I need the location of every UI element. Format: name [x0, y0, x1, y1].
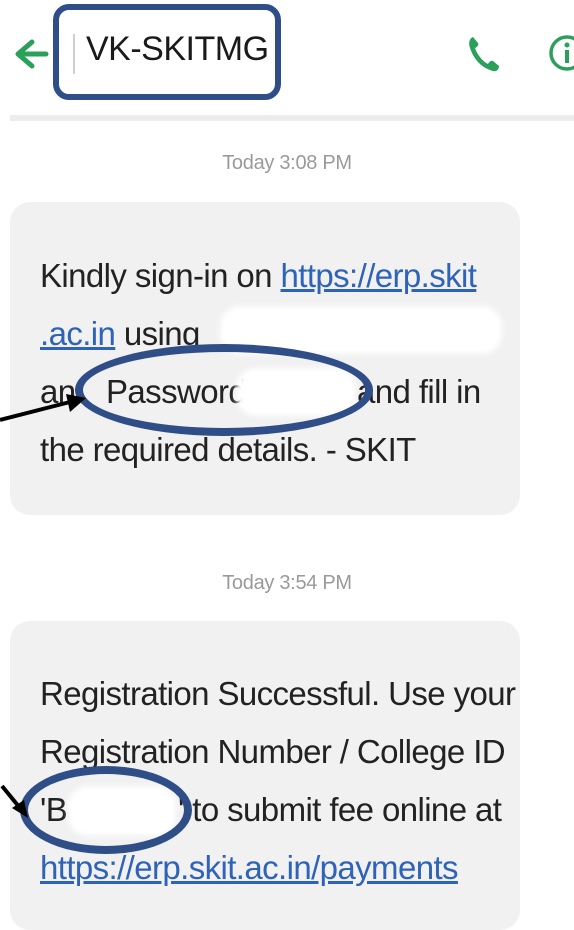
arrow-left-icon[interactable]	[10, 34, 50, 74]
message-link[interactable]: .ac.in	[40, 315, 116, 352]
text-cursor	[73, 34, 75, 74]
message-line: Kindly sign-in on https://erp.skit	[40, 246, 477, 306]
annotation-ellipse	[20, 766, 192, 854]
message-text: Kindly sign-in on	[40, 257, 281, 294]
message-link[interactable]: https://erp.skit	[281, 257, 477, 294]
message-link[interactable]: https://erp.skit.ac.in/payments	[40, 849, 459, 886]
conversation-header: VK-SKITMG	[0, 0, 574, 121]
annotation-arrow-icon	[0, 784, 28, 818]
message-timestamp: Today 3:08 PM	[222, 152, 352, 174]
info-icon[interactable]	[548, 34, 574, 72]
message-text: ' to submit fee online at	[178, 791, 502, 828]
message-timestamp: Today 3:54 PM	[222, 572, 352, 594]
annotation-arrow-icon	[0, 394, 86, 422]
annotation-ellipse	[75, 344, 373, 436]
header-divider	[10, 115, 574, 121]
message-text: and fill in	[357, 373, 481, 410]
message-line: Registration Successful. Use your	[40, 675, 516, 712]
sender-name: VK-SKITMG	[86, 30, 269, 68]
phone-icon[interactable]	[466, 33, 500, 73]
